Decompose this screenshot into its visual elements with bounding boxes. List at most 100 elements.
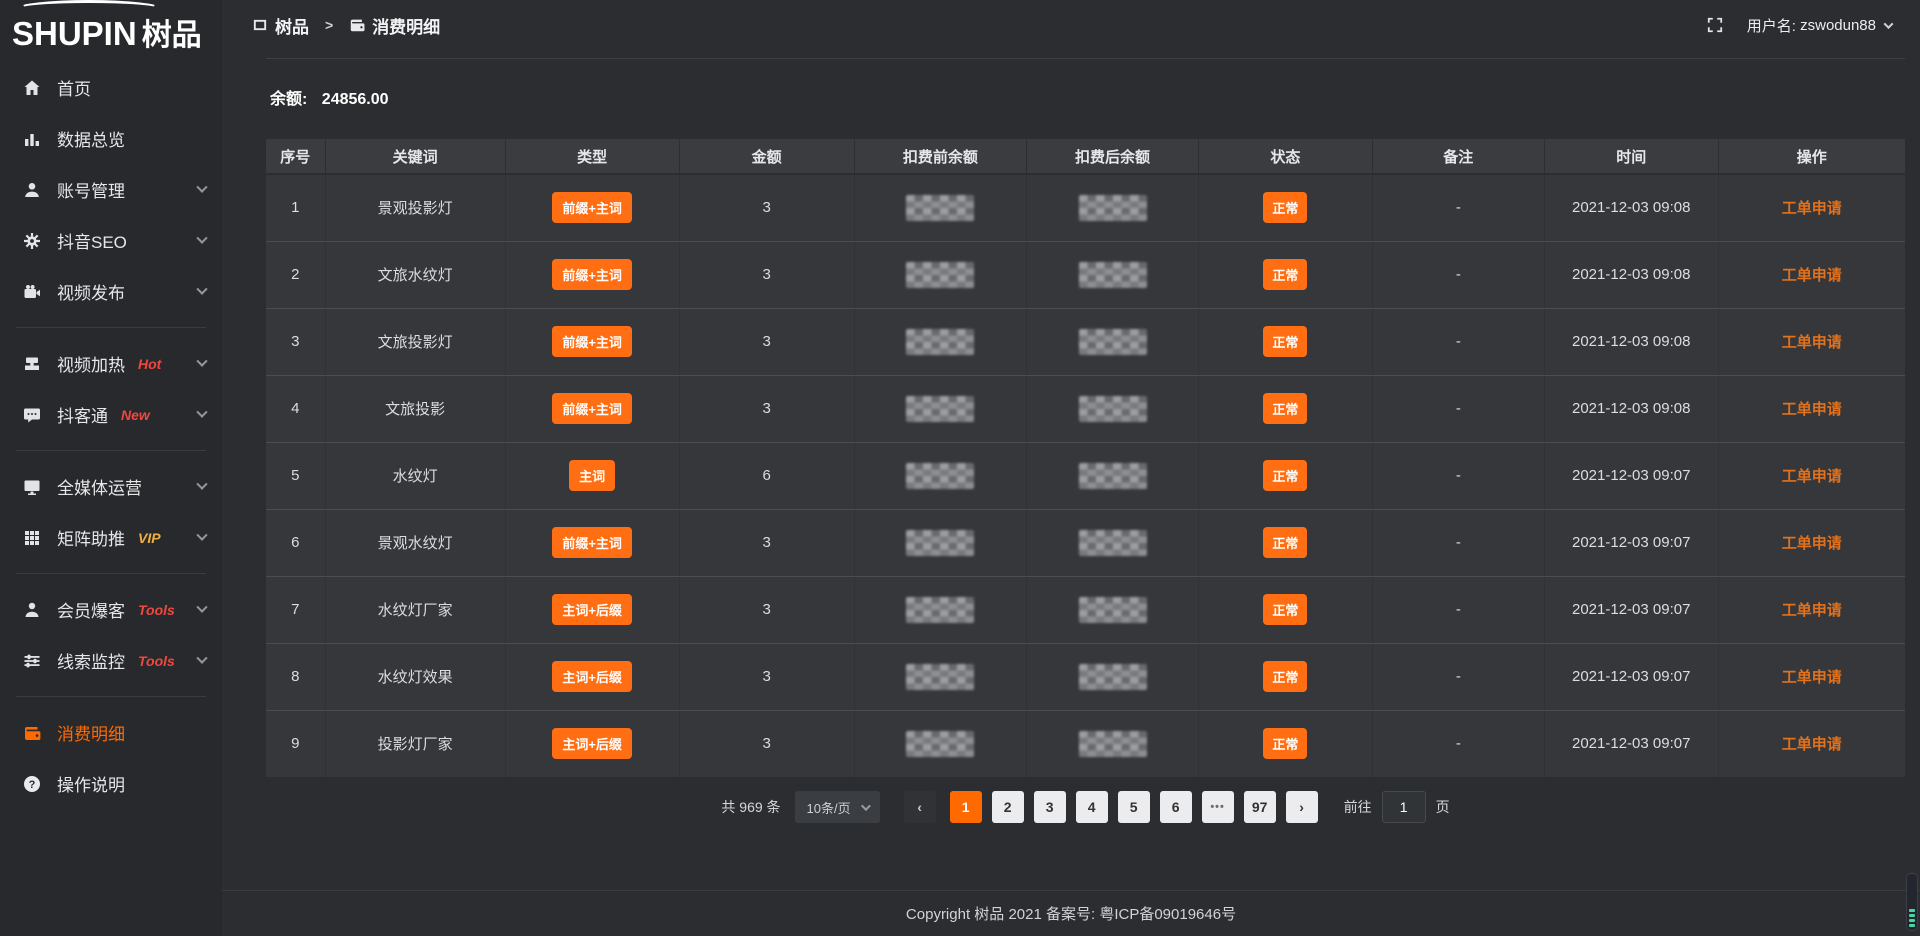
work-order-link[interactable]: 工单申请 xyxy=(1782,401,1842,418)
status-badge: 正常 xyxy=(1263,594,1307,625)
home-icon xyxy=(22,78,42,98)
user-menu[interactable]: 用户名: zswodun88 xyxy=(1747,15,1892,36)
page-button-1[interactable]: 1 xyxy=(950,791,982,823)
cell-amount: 3 xyxy=(679,710,854,777)
cell-time: 2021-12-03 09:07 xyxy=(1544,643,1718,710)
type-badge: 主词+后缀 xyxy=(552,594,632,625)
sidebar-item-video-publish[interactable]: 视频发布 xyxy=(0,266,222,317)
balance: 余额: 24856.00 xyxy=(270,85,1901,109)
breadcrumb-home[interactable]: 树品 xyxy=(275,13,309,38)
cell-index: 4 xyxy=(266,375,325,442)
censored-balance-before xyxy=(906,195,974,221)
cell-amount: 3 xyxy=(679,576,854,643)
sidebar-item-douyin-seo[interactable]: 抖音SEO xyxy=(0,215,222,266)
work-order-link[interactable]: 工单申请 xyxy=(1782,334,1842,351)
question-circle-icon: ? xyxy=(22,774,42,794)
work-order-link[interactable]: 工单申请 xyxy=(1782,267,1842,284)
work-order-link[interactable]: 工单申请 xyxy=(1782,736,1842,753)
work-order-link[interactable]: 工单申请 xyxy=(1782,669,1842,686)
status-badge: 正常 xyxy=(1263,661,1307,692)
chevron-down-icon xyxy=(196,181,207,192)
page-button-6[interactable]: 6 xyxy=(1160,791,1192,823)
status-badge: 正常 xyxy=(1263,460,1307,491)
topbar: 树品 > 消费明细 用户名: zswodun88 xyxy=(222,0,1920,50)
brand-logo: SHUPIN树品 xyxy=(0,0,222,58)
cell-index: 5 xyxy=(266,442,325,509)
floating-widget[interactable] xyxy=(1906,873,1918,931)
col-header-balance-after: 扣费后余额 xyxy=(1026,139,1198,174)
bar-chart-icon xyxy=(22,129,42,149)
col-header-type: 类型 xyxy=(505,139,679,174)
fullscreen-icon[interactable] xyxy=(1707,17,1723,33)
work-order-link[interactable]: 工单申请 xyxy=(1782,468,1842,485)
table-header-row: 序号 关键词 类型 金额 扣费前余额 扣费后余额 状态 备注 时间 操作 xyxy=(266,139,1905,174)
censored-balance-before xyxy=(906,731,974,757)
sidebar-item-label: 操作说明 xyxy=(57,771,125,796)
chevron-down-icon xyxy=(196,283,207,294)
type-badge: 前缀+主词 xyxy=(552,527,632,558)
sidebar-item-all-media-operation[interactable]: 全媒体运营 xyxy=(0,461,222,512)
goto-page-input[interactable] xyxy=(1382,791,1426,823)
page-button-97[interactable]: 97 xyxy=(1244,791,1276,823)
prev-page-button[interactable]: ‹ xyxy=(904,791,936,823)
table-row: 4 文旅投影 前缀+主词 3 正常 - 2021-12-03 09:08 工单申… xyxy=(266,375,1905,442)
cell-keyword: 水纹灯 xyxy=(325,442,505,509)
cell-time: 2021-12-03 09:07 xyxy=(1544,710,1718,777)
more-pages-button[interactable]: ••• xyxy=(1202,791,1234,823)
status-badge: 正常 xyxy=(1263,259,1307,290)
copyright-text: Copyright 树品 2021 备案号: 粤ICP备09019646号 xyxy=(906,903,1236,924)
chevron-down-icon xyxy=(196,529,207,540)
censored-balance-before xyxy=(906,262,974,288)
sidebar-item-label: 首页 xyxy=(57,75,91,100)
sidebar-item-consumption-details[interactable]: 消费明细 xyxy=(0,707,222,758)
censored-balance-after xyxy=(1079,530,1147,556)
breadcrumb-separator: > xyxy=(325,17,333,33)
type-badge: 前缀+主词 xyxy=(552,259,632,290)
pagination: 共 969 条 10条/页 ‹ 1 2 3 4 5 6 ••• 97 › 前往 … xyxy=(266,791,1905,823)
goto-label: 前往 xyxy=(1344,797,1372,817)
type-badge: 前缀+主词 xyxy=(552,192,632,223)
sidebar-item-member-leads[interactable]: 会员爆客 Tools xyxy=(0,584,222,635)
sidebar-item-label: 线索监控 xyxy=(57,648,125,673)
censored-balance-after xyxy=(1079,262,1147,288)
page-button-4[interactable]: 4 xyxy=(1076,791,1108,823)
brand-name-en: SHUPIN xyxy=(12,15,137,52)
sidebar-item-douketong[interactable]: 抖客通 New xyxy=(0,389,222,440)
sidebar-item-matrix-boost[interactable]: 矩阵助推 VIP xyxy=(0,512,222,563)
chevron-down-icon xyxy=(196,355,207,366)
page-button-5[interactable]: 5 xyxy=(1118,791,1150,823)
sidebar-item-video-heating[interactable]: 视频加热 Hot xyxy=(0,338,222,389)
page-size-value: 10条/页 xyxy=(807,798,851,817)
sidebar-item-home[interactable]: 首页 xyxy=(0,62,222,113)
work-order-link[interactable]: 工单申请 xyxy=(1782,535,1842,552)
balance-value: 24856.00 xyxy=(322,91,389,108)
page-button-2[interactable]: 2 xyxy=(992,791,1024,823)
type-badge: 前缀+主词 xyxy=(552,393,632,424)
cell-time: 2021-12-03 09:07 xyxy=(1544,509,1718,576)
cell-remark: - xyxy=(1372,174,1544,241)
sidebar-item-clue-monitor[interactable]: 线索监控 Tools xyxy=(0,635,222,686)
col-header-action: 操作 xyxy=(1718,139,1905,174)
work-order-link[interactable]: 工单申请 xyxy=(1782,200,1842,217)
cell-amount: 3 xyxy=(679,375,854,442)
cell-amount: 3 xyxy=(679,643,854,710)
censored-balance-before xyxy=(906,597,974,623)
page-size-select[interactable]: 10条/页 xyxy=(795,791,880,823)
cell-amount: 3 xyxy=(679,308,854,375)
chat-bubble-icon xyxy=(22,405,42,425)
sidebar-item-label: 视频发布 xyxy=(57,279,125,304)
type-badge: 主词 xyxy=(569,460,615,491)
next-page-button[interactable]: › xyxy=(1286,791,1318,823)
table-row: 8 水纹灯效果 主词+后缀 3 正常 - 2021-12-03 09:07 工单… xyxy=(266,643,1905,710)
cell-amount: 3 xyxy=(679,241,854,308)
sidebar-item-instructions[interactable]: ? 操作说明 xyxy=(0,758,222,809)
page-button-3[interactable]: 3 xyxy=(1034,791,1066,823)
chevron-down-icon xyxy=(196,478,207,489)
cell-keyword: 水纹灯效果 xyxy=(325,643,505,710)
cell-remark: - xyxy=(1372,241,1544,308)
sidebar-item-data-overview[interactable]: 数据总览 xyxy=(0,113,222,164)
cell-index: 6 xyxy=(266,509,325,576)
menu-divider xyxy=(16,696,206,697)
work-order-link[interactable]: 工单申请 xyxy=(1782,602,1842,619)
sidebar-item-account-management[interactable]: 账号管理 xyxy=(0,164,222,215)
